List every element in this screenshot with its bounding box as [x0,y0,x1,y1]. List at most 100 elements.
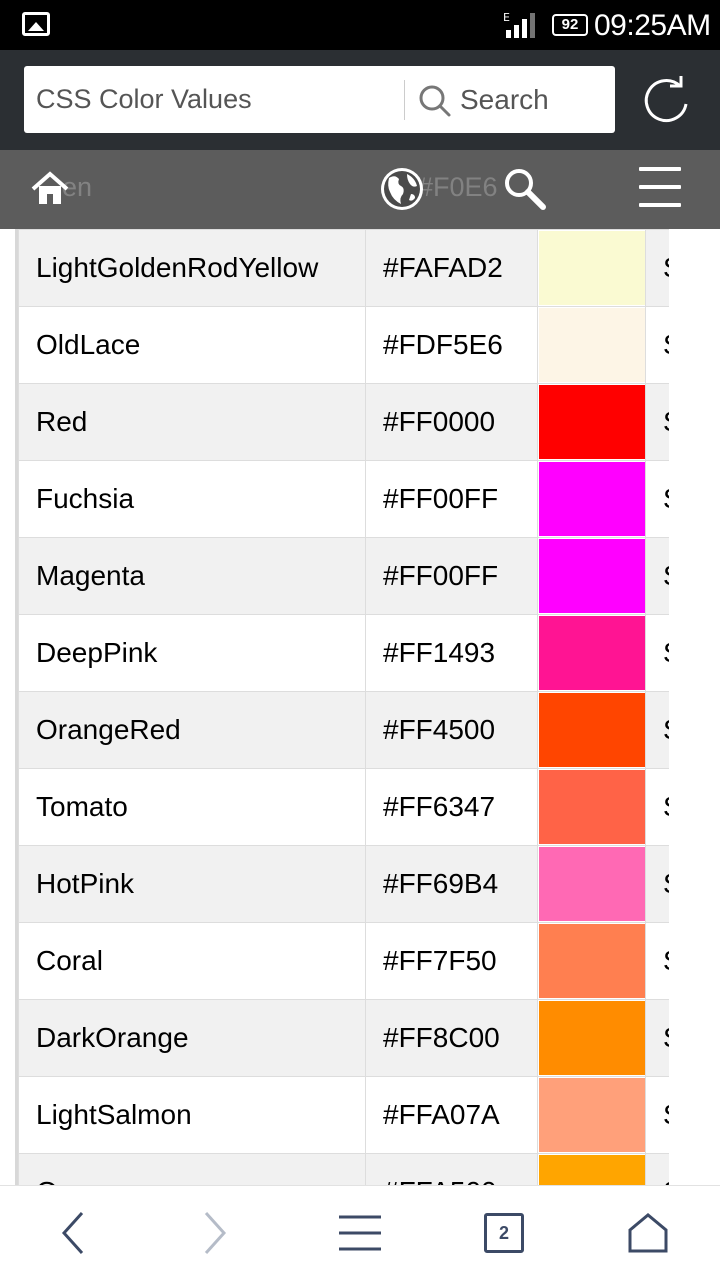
shades-link-cell[interactable]: S [645,383,669,461]
battery-icon: 92 [552,14,588,36]
home-nav-icon[interactable] [627,1212,669,1254]
color-hex-cell: #FF00FF [365,460,538,538]
site-menu-icon[interactable] [639,167,681,207]
network-type-label: E [503,11,510,24]
color-swatch [539,1155,645,1185]
table-row: Orange#FFA500 S [18,1153,669,1185]
color-name-cell: Orange [18,1153,366,1185]
color-name-cell: Magenta [18,537,366,615]
shades-link-cell[interactable]: S [645,999,669,1077]
color-hex-cell: #FF1493 [365,614,538,692]
search-button[interactable]: Search [418,66,608,133]
color-swatch-cell [537,691,646,769]
browser-page: E 92 09:25AM CSS Color Values Search en … [0,0,720,1280]
color-hex-cell: #FAFAD2 [365,229,538,307]
color-hex-cell: #FDF5E6 [365,306,538,384]
shades-link-cell[interactable]: S [645,922,669,1000]
color-name-cell: Tomato [18,768,366,846]
color-swatch [539,1001,645,1075]
url-input[interactable]: CSS Color Values Search [24,66,615,133]
color-swatch [539,462,645,536]
table-row: Tomato#FF6347 S [18,768,669,846]
status-time: 09:25AM [594,9,711,42]
ghost-row-hex: #F0E6 [418,172,498,202]
table-row: HotPink#FF69B4 S [18,845,669,923]
color-swatch-cell [537,845,646,923]
url-text: CSS Color Values [36,84,252,114]
reload-icon[interactable] [640,74,694,128]
color-swatch-cell [537,383,646,461]
table-row: Magenta#FF00FF S [18,537,669,615]
menu-icon[interactable] [337,1214,383,1252]
color-swatch [539,539,645,613]
color-swatch-cell [537,229,646,307]
color-swatch-cell [537,306,646,384]
color-swatch [539,616,645,690]
table-row: Coral#FF7F50 S [18,922,669,1000]
table-row: OldLace#FDF5E6 S [18,306,669,384]
color-table: LightGoldenRodYellow#FAFAD2SOldLace#FDF5… [18,229,669,1185]
color-swatch-cell [537,768,646,846]
color-swatch-cell [537,1076,646,1154]
forward-icon[interactable] [200,1210,230,1256]
shades-link-cell[interactable]: S [645,845,669,923]
color-swatch [539,385,645,459]
color-name-cell: HotPink [18,845,366,923]
color-swatch [539,308,645,382]
color-hex-cell: #FFA500 [365,1153,538,1185]
color-name-cell: DeepPink [18,614,366,692]
shades-link-cell[interactable]: S [645,537,669,615]
shades-link-cell[interactable]: S [645,306,669,384]
color-hex-cell: #FF4500 [365,691,538,769]
color-name-cell: Coral [18,922,366,1000]
color-swatch-cell [537,614,646,692]
color-name-cell: Red [18,383,366,461]
shades-link-cell[interactable]: S [645,691,669,769]
color-swatch [539,231,645,305]
signal-icon: E [503,11,535,38]
site-search-icon[interactable] [502,166,548,212]
back-icon[interactable] [58,1210,88,1256]
address-bar: CSS Color Values Search [0,50,720,150]
color-hex-cell: #FF69B4 [365,845,538,923]
color-swatch [539,1078,645,1152]
table-row: Fuchsia#FF00FF S [18,460,669,538]
shades-link-cell[interactable]: S [645,1153,669,1185]
gallery-notification-icon [22,12,50,36]
color-swatch-cell [537,1153,646,1185]
color-swatch-cell [537,922,646,1000]
table-row: LightSalmon#FFA07A S [18,1076,669,1154]
table-row: DarkOrange#FF8C00 S [18,999,669,1077]
color-name-cell: LightSalmon [18,1076,366,1154]
home-icon[interactable] [30,170,70,208]
url-divider [404,80,405,120]
table-row: OrangeRed#FF4500 S [18,691,669,769]
color-table-container[interactable]: LightGoldenRodYellow#FAFAD2SOldLace#FDF5… [15,229,669,1185]
status-bar: E 92 09:25AM [0,0,720,50]
color-swatch [539,693,645,767]
shades-link-cell[interactable]: S [645,768,669,846]
color-name-cell: DarkOrange [18,999,366,1077]
color-name-cell: LightGoldenRodYellow [18,229,366,307]
shades-link-cell[interactable]: S [645,614,669,692]
color-swatch [539,847,645,921]
color-swatch [539,770,645,844]
color-swatch-cell [537,460,646,538]
color-name-cell: OldLace [18,306,366,384]
color-swatch-cell [537,537,646,615]
color-hex-cell: #FF6347 [365,768,538,846]
globe-icon[interactable] [377,164,427,214]
tabs-button[interactable]: 2 [484,1213,524,1253]
shades-link-cell[interactable]: S [645,460,669,538]
table-row: DeepPink#FF1493 S [18,614,669,692]
shades-link-cell[interactable]: S [645,229,669,307]
color-hex-cell: #FFA07A [365,1076,538,1154]
table-row: LightGoldenRodYellow#FAFAD2 S [18,229,669,307]
color-hex-cell: #FF0000 [365,383,538,461]
color-swatch-cell [537,999,646,1077]
search-label: Search [460,84,549,115]
search-icon [419,85,451,117]
color-hex-cell: #FF8C00 [365,999,538,1077]
color-name-cell: Fuchsia [18,460,366,538]
shades-link-cell[interactable]: S [645,1076,669,1154]
